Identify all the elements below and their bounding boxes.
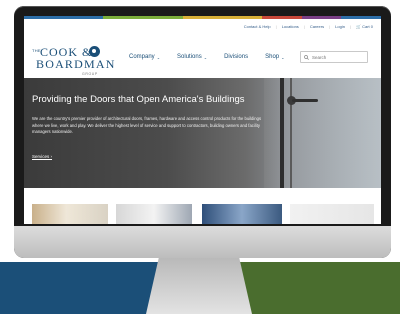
services-link[interactable]: Services ›	[32, 154, 52, 159]
nav-item-divisions[interactable]: Divisions	[224, 54, 248, 60]
hero-door-frame	[290, 78, 292, 188]
feature-thumbnail[interactable]	[32, 204, 108, 224]
site-logo[interactable]: THE COOK & BOARDMAN GROUP	[32, 44, 114, 82]
main-nav: Company ⌄ Solutions ⌄ Divisions Shop ⌄	[129, 54, 284, 60]
monitor-chin	[14, 226, 391, 258]
chevron-down-icon: ⌄	[203, 54, 208, 60]
nav-item-company[interactable]: Company ⌄	[129, 54, 160, 60]
utility-separator: |	[329, 24, 331, 29]
color-bar-segment	[103, 16, 144, 19]
utility-link-careers[interactable]: Careers	[310, 24, 324, 29]
color-bar-segment	[182, 16, 223, 19]
hero-banner: Providing the Doors that Open America's …	[24, 78, 381, 188]
hero-door-frame	[280, 78, 284, 188]
logo-boardman: BOARDMAN	[36, 57, 116, 71]
cart-icon: 🛒	[355, 24, 361, 29]
feature-thumbnail[interactable]	[290, 204, 374, 224]
utility-link-login[interactable]: Login	[335, 24, 345, 29]
search-input[interactable]	[312, 54, 362, 60]
color-bar-segment	[222, 16, 263, 19]
nav-item-label: Divisions	[224, 54, 249, 60]
hero-body: We are the country's premier provider of…	[32, 116, 262, 134]
cart-link[interactable]: 🛒 Cart 0	[356, 24, 373, 29]
chevron-down-icon: ⌄	[156, 54, 161, 60]
nav-item-label: Shop	[265, 54, 280, 60]
logo-mark-icon	[89, 46, 100, 57]
utility-link-contact[interactable]: Contact & Help	[244, 24, 271, 29]
monitor-screen: Contact & Help | Locations | Careers | L…	[24, 16, 381, 224]
monitor-stand	[146, 258, 252, 314]
utility-separator: |	[303, 24, 305, 29]
utility-separator: |	[349, 24, 351, 29]
hero-title: Providing the Doors that Open America's …	[32, 94, 245, 105]
nav-item-solutions[interactable]: Solutions ⌄	[177, 54, 207, 60]
feature-thumbnail[interactable]	[116, 204, 192, 224]
feature-thumbnail[interactable]	[202, 204, 282, 224]
brand-color-bar	[24, 16, 381, 19]
nav-item-label: Solutions	[177, 54, 202, 60]
utility-separator: |	[275, 24, 277, 29]
chevron-down-icon: ⌄	[281, 54, 285, 60]
nav-item-shop[interactable]: Shop ⌄	[265, 54, 284, 60]
search-box	[300, 51, 368, 63]
logo-group: GROUP	[82, 72, 98, 76]
color-bar-segment	[341, 16, 381, 19]
color-bar-segment	[301, 16, 342, 19]
color-bar-segment	[24, 16, 64, 19]
utility-nav: Contact & Help | Locations | Careers | L…	[244, 24, 373, 29]
search-icon	[304, 54, 309, 60]
cart-label: Cart 0	[362, 24, 373, 29]
utility-link-locations[interactable]: Locations	[282, 24, 299, 29]
color-bar-segment	[63, 16, 104, 19]
color-bar-segment	[262, 16, 302, 19]
nav-item-label: Company	[129, 54, 155, 60]
feature-thumbnails	[24, 204, 381, 224]
door-lever-image	[292, 99, 318, 102]
color-bar-segment	[143, 16, 183, 19]
